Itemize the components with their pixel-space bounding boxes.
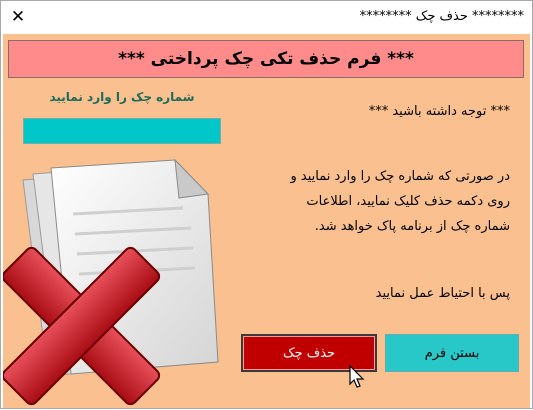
form-header-title: *** فرم حذف تکی چک پرداختی *** xyxy=(118,49,414,69)
dialog-window: ✕ ******** حذف چک ******** *** فرم حذف ت… xyxy=(0,0,533,409)
check-number-label: شماره چک را وارد نمایید xyxy=(49,90,195,104)
close-icon[interactable]: ✕ xyxy=(1,1,35,33)
caution-text: پس با احتیاط عمل نمایید xyxy=(375,286,510,301)
description-line: شماره چک از برنامه پاک خواهد شد. xyxy=(314,219,510,234)
deleted-document-icon xyxy=(3,158,219,406)
title-bar[interactable]: ✕ ******** حذف چک ******** xyxy=(1,1,532,33)
form-header: *** فرم حذف تکی چک پرداختی *** xyxy=(8,40,524,78)
description-text: در صورتی که شماره چک را وارد نمایید و رو… xyxy=(240,164,510,239)
mouse-cursor-icon xyxy=(349,365,365,388)
description-line: در صورتی که شماره چک را وارد نمایید و xyxy=(290,169,510,184)
note-title: *** توجه داشته باشید *** xyxy=(368,104,510,119)
description-line: روی دکمه حذف کلیک نمایید، اطلاعات xyxy=(306,194,510,209)
window-title: ******** حذف چک ******** xyxy=(359,9,524,24)
check-number-input[interactable] xyxy=(23,118,221,144)
form-body: *** فرم حذف تکی چک پرداختی *** شماره چک … xyxy=(3,34,530,408)
close-form-button[interactable]: بستن فرم xyxy=(385,334,519,372)
